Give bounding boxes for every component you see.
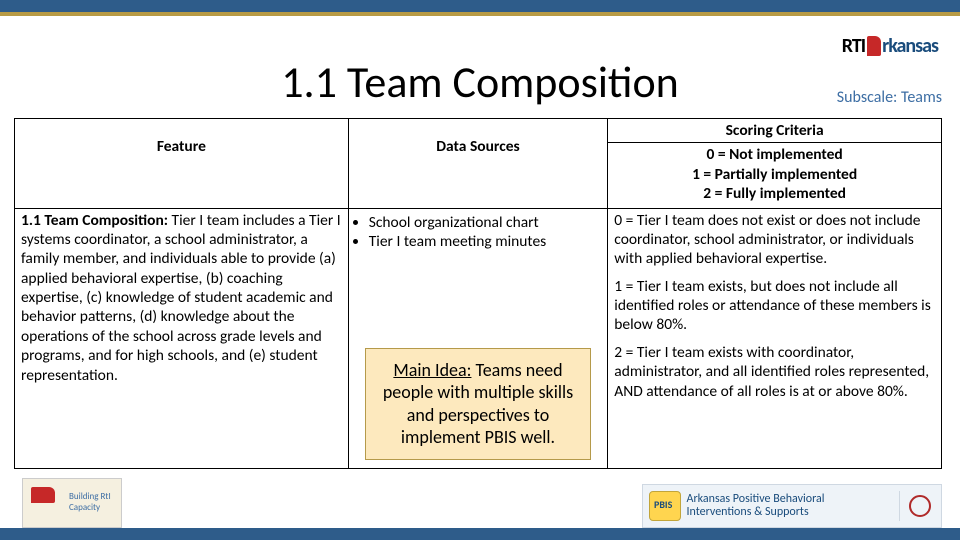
table-row: 1.1 Team Composition: Tier I team includ… xyxy=(15,208,942,468)
data-sources-list: School organizational chart Tier I team … xyxy=(369,213,602,252)
header-scoring-criteria: Scoring Criteria xyxy=(608,119,942,143)
footer-right-text: Arkansas Positive Behavioral Interventio… xyxy=(687,493,891,519)
feature-title: 1.1 Team Composition: xyxy=(21,211,168,230)
data-sources-cell: School organizational chart Tier I team … xyxy=(348,208,608,468)
flag-icon xyxy=(867,36,881,56)
pbis-badge-icon xyxy=(649,491,681,521)
main-idea-label: Main Idea: xyxy=(393,359,471,381)
circle-icon xyxy=(909,495,931,517)
footer-logo-right: Arkansas Positive Behavioral Interventio… xyxy=(642,484,942,528)
scoring-0: 0 = Tier I team does not exist or does n… xyxy=(614,211,935,269)
header-feature: Feature xyxy=(15,119,349,209)
top-bar-accent xyxy=(0,12,960,16)
top-bar xyxy=(0,0,960,12)
table-row: Feature Data Sources Scoring Criteria xyxy=(15,119,942,143)
list-item: School organizational chart xyxy=(369,213,602,232)
feature-cell: 1.1 Team Composition: Tier I team includ… xyxy=(15,208,349,468)
rubric-table-wrap: Feature Data Sources Scoring Criteria 0 … xyxy=(14,118,942,469)
main-idea-callout: Main Idea: Teams need people with multip… xyxy=(365,348,592,460)
subscale-label: Subscale: Teams xyxy=(837,88,942,107)
header-criteria-legend: 0 = Not implemented 1 = Partially implem… xyxy=(608,143,942,208)
scoring-cell: 0 = Tier I team does not exist or does n… xyxy=(608,208,942,468)
footer-logo-left: Building RtI Capacity xyxy=(22,478,122,528)
feature-body-text: Tier I team includes a Tier I systems co… xyxy=(21,211,341,385)
footer-bar xyxy=(0,528,960,540)
slide-root: RTI rkansas 1.1 Team Composition Subscal… xyxy=(0,0,960,540)
rubric-table: Feature Data Sources Scoring Criteria 0 … xyxy=(14,118,942,469)
legend-zero: 0 = Not implemented xyxy=(614,145,935,164)
page-title: 1.1 Team Composition xyxy=(0,55,960,109)
legend-two: 2 = Fully implemented xyxy=(614,184,935,203)
list-item: Tier I team meeting minutes xyxy=(369,232,602,251)
cce-logo xyxy=(899,491,941,521)
scoring-1: 1 = Tier I team exists, but does not inc… xyxy=(614,277,935,335)
header-data-sources: Data Sources xyxy=(348,119,608,209)
legend-one: 1 = Partially implemented xyxy=(614,165,935,184)
footer-left-caption: Building RtI Capacity xyxy=(69,491,121,513)
scoring-2: 2 = Tier I team exists with coordinator,… xyxy=(614,343,935,401)
